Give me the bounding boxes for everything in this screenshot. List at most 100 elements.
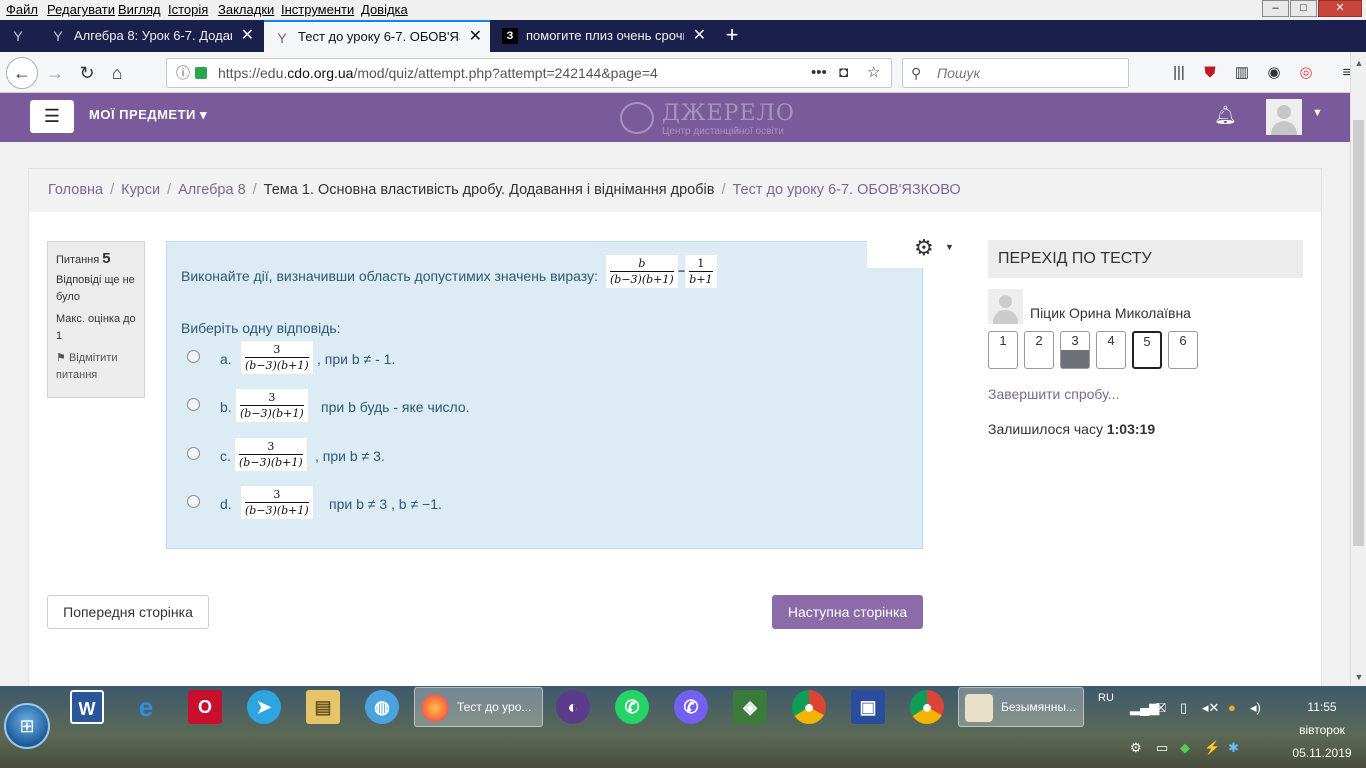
library-icon[interactable]: ||| bbox=[1170, 64, 1188, 82]
moodle-favicon-icon: Y bbox=[13, 28, 23, 44]
tab-znanija[interactable]: З помогите плиз очень срочно ✕ bbox=[492, 20, 714, 52]
answer-option-c[interactable]: c. 3 (b−3)(b+1) , при b ≠ 3. bbox=[187, 438, 587, 478]
user-avatar[interactable] bbox=[1266, 99, 1302, 135]
globe-icon[interactable]: ◍ bbox=[365, 690, 399, 724]
breadcrumb-quiz[interactable]: Тест до уроку 6-7. ОБОВ'ЯЗКОВО bbox=[732, 182, 960, 198]
extension-icon[interactable]: ◎ bbox=[1297, 64, 1315, 82]
chrome-apps-icon[interactable]: ● bbox=[910, 690, 944, 724]
tray-bike-icon[interactable]: ⚙ bbox=[1130, 740, 1142, 756]
tab-close-icon[interactable]: ✕ bbox=[469, 22, 482, 52]
internet-explorer-icon[interactable]: e bbox=[129, 690, 163, 724]
my-courses-menu[interactable]: МОЇ ПРЕДМЕТИ ▾ bbox=[89, 107, 207, 123]
answer-option-a[interactable]: a. 3 (b−3)(b+1) , при b ≠ - 1. bbox=[187, 341, 587, 381]
tray-app-icon[interactable]: ⛝ bbox=[1156, 700, 1166, 716]
user-menu-chevron-down-icon[interactable]: ▼ bbox=[1312, 107, 1323, 119]
quiz-nav-question-3[interactable]: 3 bbox=[1060, 331, 1090, 369]
menu-bookmarks[interactable]: Закладки bbox=[218, 2, 274, 17]
opera-icon[interactable]: O bbox=[188, 690, 222, 724]
ublock-icon[interactable]: ⛊ bbox=[1201, 64, 1219, 82]
close-window-button[interactable]: ✕ bbox=[1318, 0, 1362, 17]
flag-question-link[interactable]: ⚑ Відмітити питання bbox=[56, 350, 136, 384]
tray-mute-icon[interactable]: ◂✕ bbox=[1202, 700, 1219, 716]
network-icon[interactable]: ▂▄▆ bbox=[1130, 700, 1159, 716]
tab-close-icon[interactable]: ✕ bbox=[241, 20, 254, 52]
tor-icon[interactable]: ◐ bbox=[556, 690, 590, 724]
tray-antivirus-icon[interactable]: ⚡ bbox=[1204, 740, 1220, 756]
taskbar-paint[interactable]: Безымянны... bbox=[958, 687, 1084, 727]
search-input[interactable]: ⚲ Пошук bbox=[902, 58, 1129, 88]
tray-green-icon[interactable]: ◆ bbox=[1180, 740, 1190, 756]
scroll-up-arrow-icon[interactable]: ▲ bbox=[1351, 58, 1366, 68]
answer-radio-d[interactable] bbox=[187, 495, 200, 508]
url-bar[interactable]: ⓘ https://edu.cdo.org.ua/mod/quiz/attemp… bbox=[166, 58, 892, 88]
scroll-down-arrow-icon[interactable]: ▼ bbox=[1351, 672, 1366, 682]
info-icon[interactable]: ⓘ bbox=[176, 59, 190, 87]
quiz-nav-question-6[interactable]: 6 bbox=[1168, 331, 1198, 369]
home-button[interactable]: ⌂ bbox=[104, 60, 130, 86]
tray-device-icon[interactable]: ▯ bbox=[1180, 700, 1187, 716]
quiz-nav-question-5[interactable]: 5 bbox=[1132, 331, 1162, 369]
nav-drawer-button[interactable]: ☰ bbox=[30, 100, 74, 133]
telegram-icon[interactable]: ➤ bbox=[247, 690, 281, 724]
answer-option-d[interactable]: d. 3 (b−3)(b+1) при b ≠ 3 , b ≠ −1. bbox=[187, 486, 587, 526]
taskbar-firefox[interactable]: Тест до уро... bbox=[414, 687, 543, 727]
language-indicator[interactable]: RU bbox=[1098, 692, 1114, 704]
menu-history[interactable]: Історія bbox=[168, 2, 208, 17]
maximize-button[interactable]: □ bbox=[1290, 0, 1317, 17]
save-disk-icon[interactable]: ▣ bbox=[851, 690, 885, 724]
page-scrollbar[interactable]: ▲ ▼ bbox=[1350, 52, 1366, 686]
tab-pinned[interactable]: Y bbox=[0, 20, 40, 52]
page-actions-icon[interactable]: ••• bbox=[811, 59, 827, 87]
word-icon[interactable]: W bbox=[70, 690, 104, 724]
start-button[interactable]: ⊞ bbox=[4, 703, 50, 749]
bookmark-star-icon[interactable]: ☆ bbox=[867, 59, 880, 87]
quiz-settings-menu[interactable]: ⚙ ▼ bbox=[867, 232, 955, 268]
url-text: https://edu.cdo.org.ua/mod/quiz/attempt.… bbox=[218, 65, 658, 81]
tray-status-icon[interactable]: ● bbox=[1228, 700, 1236, 715]
tray-display-icon[interactable]: ▭ bbox=[1156, 740, 1168, 756]
menu-help[interactable]: Довідка bbox=[361, 2, 408, 17]
user-name[interactable]: Піцик Орина Миколаївна bbox=[1030, 305, 1191, 321]
bluetooth-icon[interactable]: ✱ bbox=[1228, 740, 1239, 756]
time-left: Залишилося часу 1:03:19 bbox=[988, 421, 1156, 437]
volume-icon[interactable]: ◂) bbox=[1250, 700, 1261, 716]
scrollbar-thumb[interactable] bbox=[1353, 120, 1364, 546]
menu-file[interactable]: Файл bbox=[6, 2, 38, 17]
clock[interactable]: 11:55 вівторок 05.11.2019 bbox=[1282, 696, 1362, 765]
breadcrumb-home[interactable]: Головна bbox=[48, 182, 103, 198]
tab-close-icon[interactable]: ✕ bbox=[693, 20, 706, 52]
answer-radio-a[interactable] bbox=[187, 350, 200, 363]
chrome-icon[interactable]: ● bbox=[792, 690, 826, 724]
forward-button[interactable]: → bbox=[42, 60, 68, 86]
back-button[interactable]: ← bbox=[6, 57, 38, 89]
answer-radio-c[interactable] bbox=[187, 447, 200, 460]
minimize-button[interactable]: – bbox=[1262, 0, 1289, 17]
quiz-nav-question-2[interactable]: 2 bbox=[1024, 331, 1054, 369]
pocket-icon[interactable]: ◘ bbox=[839, 59, 848, 87]
finish-attempt-link[interactable]: Завершити спробу... bbox=[988, 386, 1119, 402]
answer-option-b[interactable]: b. 3 (b−3)(b+1) при b будь - яке число. bbox=[187, 389, 587, 429]
sidebar-icon[interactable]: ▥ bbox=[1233, 64, 1251, 82]
site-logo[interactable]: ДЖЕРЕЛО Центр дистанційної освіти bbox=[618, 98, 798, 138]
whatsapp-icon[interactable]: ✆ bbox=[615, 690, 649, 724]
previous-page-button[interactable]: Попередня сторінка bbox=[47, 595, 209, 629]
menu-edit[interactable]: Редагувати bbox=[47, 2, 115, 17]
notifications-bell-icon[interactable]: 🔔︎ bbox=[1214, 105, 1237, 126]
breadcrumb-algebra[interactable]: Алгебра 8 bbox=[178, 182, 246, 198]
next-page-button[interactable]: Наступна сторінка bbox=[772, 595, 923, 629]
answer-radio-b[interactable] bbox=[187, 398, 200, 411]
menu-tools[interactable]: Інструменти bbox=[281, 2, 354, 17]
tab-quiz[interactable]: Y Тест до уроку 6-7. ОБОВ'ЯЗКО ✕ bbox=[264, 20, 490, 52]
account-icon[interactable]: ◉ bbox=[1265, 64, 1283, 82]
question-info-panel: Питання 5 Відповіді ще не було Макс. оці… bbox=[47, 241, 145, 398]
menu-view[interactable]: Вигляд bbox=[118, 2, 161, 17]
game-icon[interactable]: ◈ bbox=[733, 690, 767, 724]
new-tab-button[interactable]: + bbox=[720, 20, 744, 52]
quiz-nav-question-1[interactable]: 1 bbox=[988, 331, 1018, 369]
file-explorer-icon[interactable]: ▤ bbox=[306, 690, 340, 724]
breadcrumb-courses[interactable]: Курси bbox=[121, 182, 160, 198]
viber-icon[interactable]: ✆ bbox=[674, 690, 708, 724]
reload-button[interactable]: ↻ bbox=[74, 60, 100, 86]
tab-algebra-lesson[interactable]: Y Алгебра 8: Урок 6-7. Додаванн ✕ bbox=[40, 20, 262, 52]
quiz-nav-question-4[interactable]: 4 bbox=[1096, 331, 1126, 369]
